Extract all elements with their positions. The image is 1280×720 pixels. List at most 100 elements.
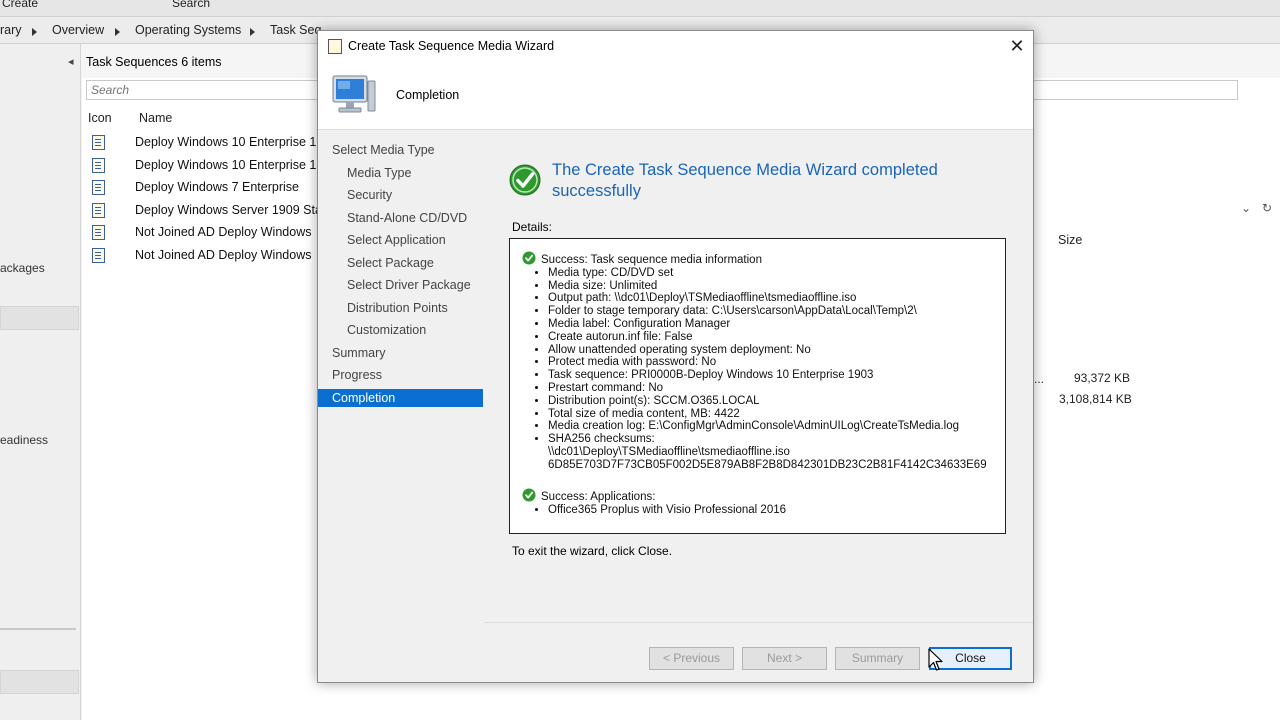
row-name: Deploy Windows 10 Enterprise 1 bbox=[135, 158, 317, 172]
nav-item-packages[interactable]: ackages bbox=[0, 261, 45, 275]
row-name: Not Joined AD Deploy Windows bbox=[135, 248, 312, 262]
column-header-icon[interactable]: Icon bbox=[88, 111, 112, 125]
task-sequence-icon bbox=[92, 225, 105, 241]
breadcrumb-separator-icon bbox=[250, 28, 255, 36]
wizard-button-bar: < Previous Next > Summary Close bbox=[484, 622, 1033, 683]
nav-item-readiness[interactable]: eadiness bbox=[0, 433, 48, 447]
nav-step-security[interactable]: Security bbox=[318, 186, 512, 204]
success-check-icon bbox=[509, 164, 541, 196]
details-item: Protect media with password: No bbox=[548, 356, 987, 369]
table-row[interactable]: Deploy Windows 10 Enterprise 1 bbox=[92, 135, 322, 157]
details-section-applications: Success: Applications: Office365 Proplus… bbox=[522, 488, 786, 517]
details-section-title: Success: Applications: bbox=[541, 491, 656, 503]
details-list: Office365 Proplus with Visio Professiona… bbox=[522, 504, 786, 517]
summary-button[interactable]: Summary bbox=[835, 647, 920, 670]
row-name: Deploy Windows 7 Enterprise bbox=[135, 180, 299, 194]
ribbon-create-label[interactable]: Create bbox=[2, 0, 38, 10]
details-item: Media label: Configuration Manager bbox=[548, 318, 987, 331]
details-section-media: Success: Task sequence media information… bbox=[522, 251, 987, 472]
wizard-content: The Create Task Sequence Media Wizard co… bbox=[484, 130, 1033, 622]
success-check-icon bbox=[522, 251, 536, 265]
mouse-pointer-icon bbox=[928, 648, 943, 671]
nav-step-select-driver-package[interactable]: Select Driver Package bbox=[318, 276, 512, 294]
details-item: Prestart command: No bbox=[548, 382, 987, 395]
nav-section-bar[interactable] bbox=[0, 670, 79, 694]
refresh-icon[interactable]: ↻ bbox=[1262, 201, 1272, 215]
column-header-size[interactable]: Size bbox=[1058, 233, 1082, 247]
nav-section-bar[interactable] bbox=[0, 306, 79, 330]
left-navigation: ackages eadiness bbox=[0, 44, 81, 720]
details-item: Create autorun.inf file: False bbox=[548, 331, 987, 344]
table-row[interactable]: Not Joined AD Deploy Windows bbox=[92, 225, 322, 247]
dialog-title: Create Task Sequence Media Wizard bbox=[348, 39, 555, 53]
table-row[interactable]: Deploy Windows Server 1909 Sta bbox=[92, 203, 322, 225]
breadcrumb-separator-icon bbox=[115, 28, 120, 36]
task-sequence-icon bbox=[92, 248, 105, 264]
details-list: Media type: CD/DVD set Media size: Unlim… bbox=[522, 267, 987, 472]
nav-step-standalone-cd-dvd[interactable]: Stand-Alone CD/DVD bbox=[318, 209, 512, 227]
chevron-down-icon[interactable]: ⌄ bbox=[1241, 201, 1251, 215]
table-row[interactable]: Deploy Windows 7 Enterprise bbox=[92, 180, 322, 202]
nav-step-progress[interactable]: Progress bbox=[318, 366, 497, 384]
breadcrumb-operating-systems[interactable]: Operating Systems bbox=[135, 23, 241, 37]
details-item: Media size: Unlimited bbox=[548, 280, 987, 293]
task-sequence-icon bbox=[92, 180, 105, 196]
details-item: Total size of media content, MB: 4422 bbox=[548, 408, 987, 421]
row-name: Deploy Windows Server 1909 Sta bbox=[135, 203, 322, 217]
nav-divider bbox=[0, 628, 76, 630]
nav-step-media-type[interactable]: Media Type bbox=[318, 164, 512, 182]
wizard-step-navigation: Select Media Type Media Type Security St… bbox=[318, 130, 483, 682]
wizard-dialog: Create Task Sequence Media Wizard ✕ Comp… bbox=[317, 30, 1034, 683]
breadcrumb-separator-icon bbox=[32, 28, 37, 36]
details-item: Allow unattended operating system deploy… bbox=[548, 344, 987, 357]
nav-step-select-package[interactable]: Select Package bbox=[318, 254, 512, 272]
column-header-name[interactable]: Name bbox=[139, 111, 172, 125]
row-name: Not Joined AD Deploy Windows bbox=[135, 225, 312, 239]
breadcrumb-task-sequences[interactable]: Task Seq bbox=[270, 23, 321, 37]
wizard-step-title: Completion bbox=[396, 88, 460, 102]
pane-title: Task Sequences 6 items bbox=[86, 55, 222, 69]
breadcrumb-library[interactable]: rary bbox=[0, 23, 22, 37]
details-label: Details: bbox=[512, 220, 553, 234]
task-sequence-icon bbox=[92, 135, 105, 151]
details-item-checksums: SHA256 checksums: \\dc01\Deploy\TSMediao… bbox=[548, 433, 987, 471]
details-item: Folder to stage temporary data: C:\Users… bbox=[548, 305, 987, 318]
nav-step-select-media-type[interactable]: Select Media Type bbox=[318, 141, 497, 159]
ribbon-search-label[interactable]: Search bbox=[172, 0, 210, 10]
next-button[interactable]: Next > bbox=[742, 647, 827, 670]
close-icon[interactable]: ✕ bbox=[1001, 31, 1033, 61]
exit-instructions: To exit the wizard, click Close. bbox=[512, 544, 673, 558]
ribbon-strip: Create Search bbox=[0, 0, 1280, 17]
details-box[interactable]: Success: Task sequence media information… bbox=[509, 238, 1006, 534]
row-name: Deploy Windows 10 Enterprise 1 bbox=[135, 135, 317, 149]
nav-step-distribution-points[interactable]: Distribution Points bbox=[318, 299, 512, 317]
details-section-title: Success: Task sequence media information bbox=[541, 254, 762, 266]
wizard-header: Completion bbox=[318, 61, 1033, 130]
details-item: Output path: \\dc01\Deploy\TSMediaofflin… bbox=[548, 292, 987, 305]
wizard-app-icon bbox=[328, 39, 342, 54]
details-item: Office365 Proplus with Visio Professiona… bbox=[548, 504, 786, 517]
task-sequence-icon bbox=[92, 203, 105, 219]
collapse-chevron-icon[interactable]: ◂ bbox=[68, 55, 74, 68]
nav-step-completion[interactable]: Completion bbox=[318, 389, 483, 407]
task-sequence-icon bbox=[92, 158, 105, 174]
completion-headline: The Create Task Sequence Media Wizard co… bbox=[552, 161, 938, 200]
table-row[interactable]: Deploy Windows 10 Enterprise 1 bbox=[92, 158, 322, 180]
details-item: Media creation log: E:\ConfigMgr\AdminCo… bbox=[548, 420, 987, 433]
search-input[interactable] bbox=[87, 81, 315, 99]
size-value: 93,372 KB bbox=[1074, 371, 1131, 385]
table-row[interactable]: Not Joined AD Deploy Windows bbox=[92, 248, 322, 270]
previous-button[interactable]: < Previous bbox=[649, 647, 734, 670]
details-item: Distribution point(s): SCCM.O365.LOCAL bbox=[548, 395, 987, 408]
success-check-icon bbox=[522, 488, 536, 502]
details-item: Media type: CD/DVD set bbox=[548, 267, 987, 280]
dialog-titlebar[interactable]: Create Task Sequence Media Wizard ✕ bbox=[318, 31, 1033, 61]
nav-step-select-application[interactable]: Select Application bbox=[318, 231, 512, 249]
nav-step-summary[interactable]: Summary bbox=[318, 344, 497, 362]
computer-monitor-icon bbox=[332, 75, 376, 113]
breadcrumb-overview[interactable]: Overview bbox=[52, 23, 104, 37]
nav-step-customization[interactable]: Customization bbox=[318, 321, 512, 339]
truncated-ellipsis: ... bbox=[1034, 372, 1045, 386]
size-value: 3,108,814 KB bbox=[1059, 392, 1132, 406]
details-item: Task sequence: PRI0000B-Deploy Windows 1… bbox=[548, 369, 987, 382]
